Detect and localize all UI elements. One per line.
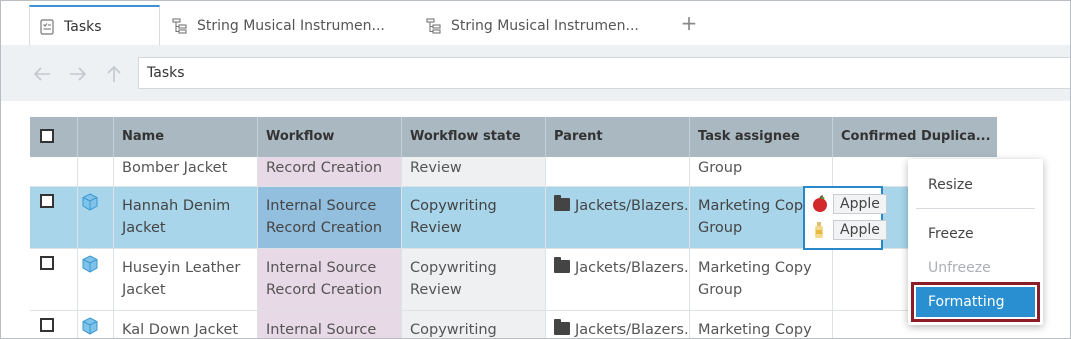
table-row[interactable]: Huseyin Leather Jacket Internal Source R… bbox=[30, 249, 997, 311]
tab-label: String Musical Instrumen... bbox=[197, 17, 385, 34]
parent-label: Jackets/Blazers... bbox=[575, 198, 690, 214]
column-context-menu: Resize Freeze Unfreeze Formatting bbox=[908, 159, 1043, 325]
cell-parent: Jackets/Blazers... bbox=[546, 249, 690, 310]
menu-item-unfreeze: Unfreeze bbox=[928, 260, 991, 276]
column-header-workflow[interactable]: Workflow bbox=[258, 117, 402, 157]
table-row[interactable]: Bomber Jacket Record Creation Review Gro… bbox=[30, 157, 997, 187]
duplicate-label: Apple bbox=[833, 220, 887, 240]
menu-item-resize[interactable]: Resize bbox=[916, 170, 1035, 200]
tab-label: String Musical Instrumen... bbox=[451, 17, 639, 34]
menu-item-formatting[interactable]: Formatting bbox=[911, 282, 1040, 322]
select-all-checkbox[interactable] bbox=[40, 129, 54, 143]
duplicate-item[interactable]: Apple bbox=[811, 193, 887, 215]
duplicate-label: Apple bbox=[833, 194, 887, 214]
cell-workflow: Record Creation bbox=[258, 157, 402, 186]
column-header-confirmed-duplicates[interactable]: Confirmed Duplica... bbox=[833, 117, 997, 157]
type-cell bbox=[78, 311, 114, 338]
row-checkbox[interactable] bbox=[40, 318, 54, 332]
header-type-cell bbox=[78, 117, 114, 157]
cell-name: Huseyin Leather Jacket bbox=[114, 249, 258, 310]
cell-parent bbox=[546, 157, 690, 186]
navigation-toolbar: Tasks bbox=[1, 45, 1070, 101]
hierarchy-icon bbox=[171, 17, 189, 35]
bottle-icon bbox=[815, 222, 823, 238]
header-select-cell bbox=[30, 117, 78, 157]
parent-label: Jackets/Blazers... bbox=[575, 260, 690, 276]
table-row[interactable]: Kal Down Jacket Internal Source Copywrit… bbox=[30, 311, 997, 338]
back-arrow-icon[interactable] bbox=[31, 63, 53, 85]
forward-arrow-icon[interactable] bbox=[67, 63, 89, 85]
cell-name: Kal Down Jacket bbox=[114, 311, 258, 338]
apple-icon bbox=[813, 195, 827, 212]
cell-workflow: Internal Source Record Creation bbox=[258, 249, 402, 310]
menu-item-freeze[interactable]: Freeze bbox=[916, 219, 1035, 249]
column-header-workflow-state[interactable]: Workflow state bbox=[402, 117, 546, 157]
cell-workflow-state: Copywriting bbox=[402, 311, 546, 338]
cell-workflow: Internal Source bbox=[258, 311, 402, 338]
product-cube-icon bbox=[82, 255, 98, 273]
cell-workflow: Internal Source Record Creation bbox=[258, 187, 402, 248]
parent-label: Jackets/Blazers... bbox=[575, 322, 690, 338]
column-header-parent[interactable]: Parent bbox=[546, 117, 690, 157]
cell-parent: Jackets/Blazers... bbox=[546, 311, 690, 338]
hierarchy-icon bbox=[425, 17, 443, 35]
row-checkbox[interactable] bbox=[40, 256, 54, 270]
cell-name: Bomber Jacket bbox=[114, 157, 258, 186]
address-bar[interactable]: Tasks bbox=[138, 57, 1070, 89]
duplicate-item[interactable]: Apple bbox=[811, 219, 887, 241]
select-cell bbox=[30, 249, 78, 310]
cell-task-assignee: Marketing Copy Group bbox=[690, 249, 833, 310]
cell-workflow-state: Review bbox=[402, 157, 546, 186]
select-cell bbox=[30, 157, 78, 186]
menu-divider bbox=[916, 208, 1035, 209]
tab-string-instruments-1[interactable]: String Musical Instrumen... bbox=[171, 5, 411, 46]
type-cell bbox=[78, 187, 114, 248]
table-header: Name Workflow Workflow state Parent Task… bbox=[30, 117, 997, 157]
select-cell bbox=[30, 311, 78, 338]
row-checkbox[interactable] bbox=[40, 194, 54, 208]
product-cube-icon bbox=[82, 317, 98, 335]
folder-icon bbox=[554, 257, 570, 273]
folder-icon bbox=[554, 195, 570, 211]
cell-name: Hannah Denim Jacket bbox=[114, 187, 258, 248]
cell-workflow-state: Copywriting Review bbox=[402, 249, 546, 310]
task-list-icon bbox=[38, 18, 56, 36]
cell-parent: Jackets/Blazers... bbox=[546, 187, 690, 248]
cell-workflow-state: Copywriting Review bbox=[402, 187, 546, 248]
tab-tasks[interactable]: Tasks bbox=[29, 5, 160, 46]
tab-string-instruments-2[interactable]: String Musical Instrumen... bbox=[425, 5, 665, 46]
product-cube-icon bbox=[82, 193, 98, 211]
duplicates-cell-editor[interactable]: Apple Apple bbox=[803, 186, 887, 250]
column-header-name[interactable]: Name bbox=[114, 117, 258, 157]
add-tab-icon[interactable]: + bbox=[679, 11, 699, 35]
tab-bar: Tasks String Musical Instrumen... String… bbox=[1, 1, 1070, 46]
cell-task-assignee: Group bbox=[690, 157, 833, 186]
app-window: Tasks String Musical Instrumen... String… bbox=[0, 0, 1071, 339]
up-arrow-icon[interactable] bbox=[103, 63, 125, 85]
column-header-task-assignee[interactable]: Task assignee bbox=[690, 117, 833, 157]
cell-task-assignee: Marketing Copy bbox=[690, 311, 833, 338]
folder-icon bbox=[554, 319, 570, 335]
tab-label: Tasks bbox=[64, 18, 102, 35]
type-cell bbox=[78, 249, 114, 310]
select-cell bbox=[30, 187, 78, 248]
type-cell bbox=[78, 157, 114, 186]
